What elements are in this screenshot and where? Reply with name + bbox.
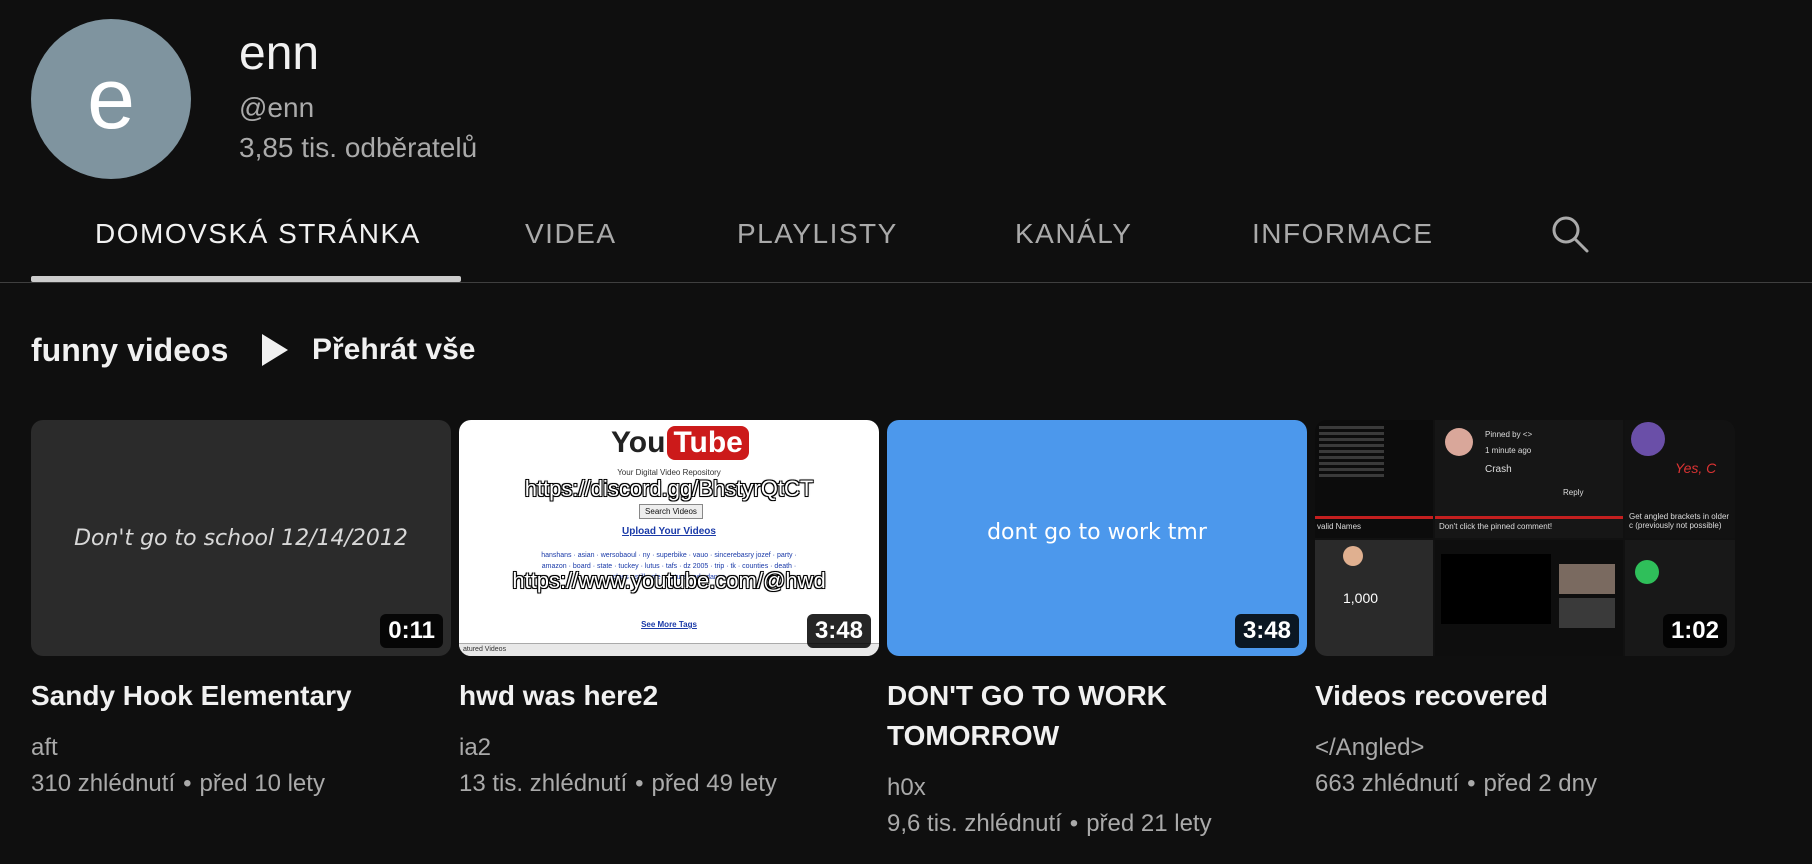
video-title[interactable]: Sandy Hook Elementary xyxy=(31,676,451,716)
video-thumbnail[interactable]: You Tube Your Digital Video Repository S… xyxy=(459,420,879,656)
collage-panel: Pinned by <> 1 minute ago Crash Reply Do… xyxy=(1435,420,1623,538)
collage-pinned: Pinned by <> xyxy=(1485,430,1533,439)
video-thumbnail[interactable]: Don't go to school 12/14/2012 0:11 xyxy=(31,420,451,656)
youtube-logo: You Tube xyxy=(611,426,749,460)
video-title[interactable]: hwd was here2 xyxy=(459,676,879,716)
video-card[interactable]: dont go to work tmr 3:48 DON'T GO TO WOR… xyxy=(887,420,1307,837)
channel-tabs: DOMOVSKÁ STRÁNKA VIDEA PLAYLISTY KANÁLY … xyxy=(0,190,1812,283)
video-thumbnail[interactable]: valid Names Pinned by <> 1 minute ago Cr… xyxy=(1315,420,1735,656)
tab-channels[interactable]: KANÁLY xyxy=(1015,220,1132,248)
collage-panel: valid Names xyxy=(1315,420,1433,538)
video-stats: 310 zhlédnutí • před 10 lety xyxy=(31,766,471,802)
collage-avatar xyxy=(1343,546,1363,566)
play-all-button[interactable]: Přehrát vše xyxy=(258,332,475,368)
upload-age: před 10 lety xyxy=(199,770,325,797)
upload-age: před 2 dny xyxy=(1483,770,1597,797)
channel-handle: @enn xyxy=(239,92,315,123)
collage-panel: 1,000 xyxy=(1315,540,1433,656)
collage-comment: Crash xyxy=(1485,464,1512,475)
video-stats: 13 tis. zhlédnutí • před 49 lety xyxy=(459,766,899,802)
collage-panel: Yes, C Get angled brackets in older c (p… xyxy=(1625,420,1735,538)
thumbnail-search-button: Search Videos xyxy=(639,504,703,519)
collage-caption: valid Names xyxy=(1317,522,1362,531)
tab-playlists[interactable]: PLAYLISTY xyxy=(737,220,898,248)
collage-avatar xyxy=(1445,428,1473,456)
video-stats: 663 zhlédnutí • před 2 dny xyxy=(1315,766,1755,802)
video-channel[interactable]: aft xyxy=(31,730,471,766)
view-count: 13 tis. zhlédnutí xyxy=(459,770,628,797)
video-channel[interactable]: h0x xyxy=(887,770,1327,806)
collage-image xyxy=(1559,564,1615,594)
subscriber-count: 3,85 tis. odběratelů xyxy=(239,132,478,163)
upload-age: před 21 lety xyxy=(1086,810,1212,837)
collage-avatar xyxy=(1631,422,1665,456)
collage-progress xyxy=(1315,516,1433,519)
separator-dot: • xyxy=(635,770,644,797)
search-button[interactable] xyxy=(1548,212,1592,256)
separator-dot: • xyxy=(1467,770,1476,797)
upload-age: před 49 lety xyxy=(651,770,777,797)
collage-panel xyxy=(1435,540,1623,656)
video-card[interactable]: Don't go to school 12/14/2012 0:11 Sandy… xyxy=(31,420,451,797)
collage-avatar xyxy=(1635,560,1659,584)
channel-name: enn xyxy=(239,27,320,80)
thumbnail-text: Don't go to school 12/14/2012 xyxy=(74,525,408,551)
collage-caption: Don't click the pinned comment! xyxy=(1439,522,1553,531)
collage-time: 1 minute ago xyxy=(1485,446,1532,455)
view-count: 9,6 tis. zhlédnutí xyxy=(887,810,1062,837)
video-card[interactable]: valid Names Pinned by <> 1 minute ago Cr… xyxy=(1315,420,1735,797)
thumbnail-overlay-text: https://discord.gg/BhstyrQtCT xyxy=(524,476,814,501)
duration-badge: 3:48 xyxy=(1234,613,1299,648)
video-title[interactable]: Videos recovered xyxy=(1315,676,1735,716)
duration-badge: 1:02 xyxy=(1662,613,1727,648)
video-card[interactable]: You Tube Your Digital Video Repository S… xyxy=(459,420,879,797)
view-count: 663 zhlédnutí xyxy=(1315,770,1460,797)
channel-header: e enn @enn 3,85 tis. odběratelů xyxy=(0,0,1812,190)
video-channel[interactable]: ia2 xyxy=(459,730,899,766)
channel-avatar[interactable]: e xyxy=(31,19,191,179)
collage-caption: Get angled brackets in older c (previous… xyxy=(1629,512,1730,530)
duration-badge: 0:11 xyxy=(380,613,443,648)
collage-text-lines xyxy=(1319,426,1427,480)
collage-video-frame xyxy=(1441,554,1551,624)
collage-image xyxy=(1559,598,1615,628)
avatar-letter: e xyxy=(87,51,135,147)
video-title[interactable]: DON'T GO TO WORK TOMORROW xyxy=(887,676,1307,756)
logo-tube: Tube xyxy=(667,426,749,460)
tab-about[interactable]: INFORMACE xyxy=(1252,220,1434,248)
thumbnail-overlay-text: https://www.youtube.com/@hwd xyxy=(512,568,826,593)
tab-videos[interactable]: VIDEA xyxy=(525,220,617,248)
thumbnail-text: dont go to work tmr xyxy=(987,519,1207,545)
separator-dot: • xyxy=(183,770,192,797)
thumbnail-upload-link: Upload Your Videos xyxy=(622,526,716,537)
search-icon xyxy=(1552,216,1589,253)
separator-dot: • xyxy=(1069,810,1079,837)
tab-home[interactable]: DOMOVSKÁ STRÁNKA xyxy=(95,220,421,248)
collage-handwriting: Yes, C xyxy=(1675,460,1717,476)
collage-reply: Reply xyxy=(1563,488,1584,497)
logo-you: You xyxy=(611,426,666,459)
video-thumbnail[interactable]: dont go to work tmr 3:48 xyxy=(887,420,1307,656)
view-count: 310 zhlédnutí xyxy=(31,770,176,797)
collage-progress xyxy=(1435,516,1623,519)
video-stats: 9,6 tis. zhlédnutí • před 21 lety xyxy=(887,806,1327,842)
play-icon xyxy=(262,334,288,366)
duration-badge: 3:48 xyxy=(806,613,871,648)
section-title: funny videos xyxy=(31,332,229,368)
active-tab-indicator xyxy=(31,276,461,282)
play-all-label: Přehrát vše xyxy=(312,333,476,366)
collage-count: 1,000 xyxy=(1343,590,1379,606)
video-channel[interactable]: </Angled> xyxy=(1315,730,1755,766)
